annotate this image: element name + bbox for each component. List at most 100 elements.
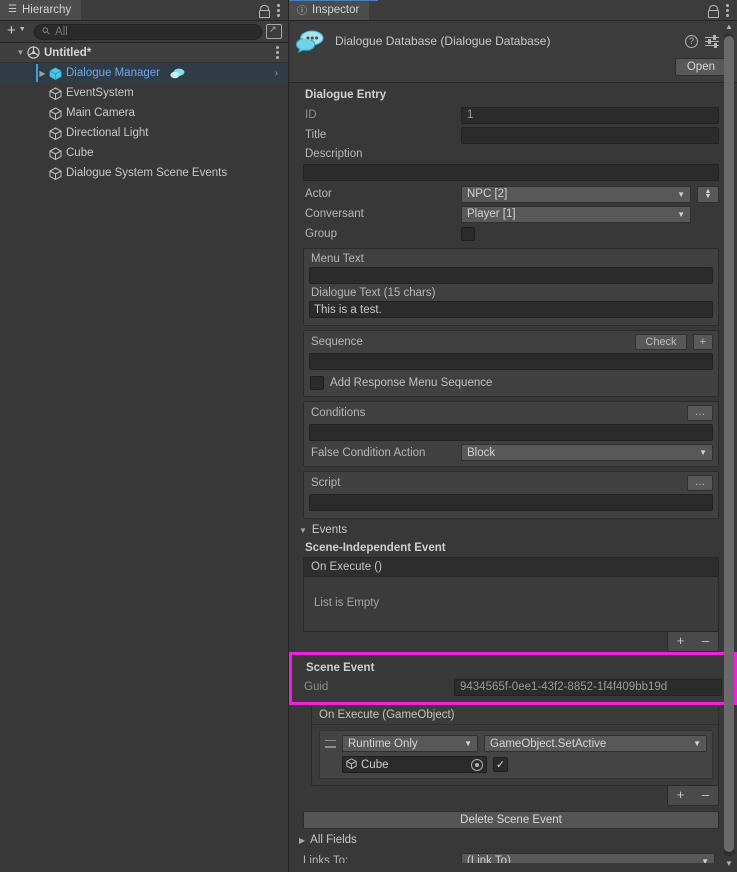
object-picker-icon[interactable]	[471, 758, 483, 771]
conditions-label: Conditions	[311, 406, 366, 419]
sequence-field[interactable]	[309, 353, 713, 370]
add-response-menu-sequence-checkbox[interactable]	[310, 376, 324, 390]
inspector-scrollbar[interactable]: ▲ ▼	[722, 22, 735, 868]
events-foldout[interactable]: ▼ Events	[289, 519, 737, 539]
field-row-title: Title	[289, 125, 737, 145]
group-checkbox[interactable]	[461, 227, 475, 241]
listener-function-dropdown[interactable]: GameObject.SetActive ▼	[484, 735, 707, 752]
remove-listener-button[interactable]: –	[693, 632, 718, 651]
lock-icon[interactable]	[259, 5, 270, 18]
false-condition-action-label: False Condition Action	[311, 446, 426, 459]
conversant-label: Conversant	[305, 208, 364, 220]
chevron-right-icon[interactable]: ›	[275, 68, 278, 79]
events-label: Events	[311, 524, 348, 536]
chevron-down-icon: ▼	[701, 856, 709, 864]
description-field[interactable]	[303, 164, 719, 181]
add-scene-listener-button[interactable]: +	[668, 786, 693, 805]
hierarchy-item-label: Directional Light	[66, 127, 149, 139]
on-execute-gameobject-header: On Execute (GameObject)	[312, 706, 718, 725]
conditions-dots-button[interactable]: ...	[686, 405, 713, 421]
hierarchy-item-dialogue-system-scene-events[interactable]: Dialogue System Scene Events	[0, 163, 288, 183]
lock-icon[interactable]	[708, 5, 719, 18]
conversant-dropdown[interactable]: Player [1] ▼	[461, 205, 691, 223]
inspector-tabbar: ⓘ Inspector	[289, 0, 737, 21]
field-row-guid: Guid 9434565f-0ee1-43f2-8852-1f4f409bb19…	[292, 677, 734, 697]
add-response-menu-sequence-label: Add Response Menu Sequence	[330, 377, 493, 389]
hierarchy-item-label: Dialogue System Scene Events	[66, 167, 228, 179]
dialogue-text-label: Dialogue Text (15 chars)	[311, 287, 436, 299]
open-in-window-icon[interactable]	[266, 24, 282, 39]
empty-list-label: List is Empty	[314, 597, 380, 609]
dialogue-text-field[interactable]: This is a test.	[309, 301, 713, 318]
hierarchy-panel: ☰ Hierarchy + ▼ ⚲ All ▼	[0, 0, 288, 872]
gameobject-cube-icon	[49, 146, 62, 160]
all-fields-foldout[interactable]: ▶ All Fields	[289, 829, 737, 849]
inspector-body: Dialogue Entry ID 1 Title Description Ac…	[289, 83, 737, 863]
tab-inspector[interactable]: ⓘ Inspector	[289, 0, 378, 20]
conditions-field[interactable]	[309, 424, 713, 441]
actor-label: Actor	[305, 188, 332, 200]
gameobject-cube-icon	[49, 126, 62, 140]
sequence-add-button[interactable]: +	[692, 334, 713, 350]
actor-dropdown[interactable]: NPC [2] ▼	[461, 185, 691, 203]
field-row-links-to: Links To: (Link To) ▼	[289, 851, 737, 863]
hierarchy-menu-icon[interactable]	[277, 4, 280, 17]
scene-event-listener-buttons: + –	[667, 786, 719, 806]
info-icon: ⓘ	[297, 6, 307, 17]
listener-entry: Runtime Only ▼ GameObject.SetActive ▼ Cu…	[319, 730, 713, 779]
menu-text-field[interactable]	[309, 267, 713, 284]
field-row-description: Description	[289, 145, 737, 163]
open-button[interactable]: Open	[674, 58, 727, 76]
false-condition-action-value: Block	[467, 446, 496, 459]
script-label: Script	[311, 476, 341, 489]
hierarchy-item-eventsystem[interactable]: EventSystem	[0, 83, 288, 103]
links-to-dropdown[interactable]: (Link To) ▼	[461, 852, 715, 864]
search-input[interactable]: ⚲ All	[33, 23, 262, 40]
actor-stepper[interactable]: ▲ ▼	[697, 185, 719, 203]
all-fields-label: All Fields	[310, 834, 357, 846]
scroll-down-icon[interactable]: ▼	[725, 859, 733, 868]
remove-scene-listener-button[interactable]: –	[693, 786, 718, 805]
title-label: Title	[305, 129, 327, 141]
preset-settings-icon[interactable]	[705, 34, 719, 48]
hierarchy-item-cube[interactable]: Cube	[0, 143, 288, 163]
scroll-up-icon[interactable]: ▲	[725, 22, 733, 31]
field-row-group: Group	[289, 224, 737, 244]
hierarchy-item-directional-light[interactable]: Directional Light	[0, 123, 288, 143]
inspector-header: Dialogue Database (Dialogue Database) ? …	[289, 21, 737, 83]
false-condition-action-dropdown[interactable]: Block ▼	[461, 444, 713, 461]
chevron-down-icon: ▼	[677, 209, 685, 219]
listener-mode-value: Runtime Only	[348, 737, 418, 750]
delete-scene-event-button[interactable]: Delete Scene Event	[303, 811, 719, 829]
script-dots-button[interactable]: ...	[686, 475, 713, 491]
add-listener-button[interactable]: +	[668, 632, 693, 651]
create-button[interactable]: + ▼	[4, 23, 30, 40]
help-icon[interactable]: ?	[685, 34, 698, 48]
scene-row[interactable]: ▼ Untitled*	[0, 43, 288, 63]
inspector-menu-icon[interactable]	[726, 4, 729, 17]
on-execute-header: On Execute ()	[304, 558, 718, 577]
scene-menu-icon[interactable]	[276, 46, 279, 59]
script-field[interactable]	[309, 494, 713, 511]
scene-foldout-icon[interactable]: ▼	[14, 48, 27, 57]
sequence-check-button[interactable]: Check	[635, 334, 687, 350]
hierarchy-tree: ▼ Untitled* ▶ Dialogue Manager › EventSy…	[0, 43, 288, 871]
hierarchy-item-dialogue-manager[interactable]: ▶ Dialogue Manager ›	[0, 63, 288, 83]
hierarchy-item-label: Cube	[66, 147, 94, 159]
field-row-conversant: Conversant Player [1] ▼	[289, 204, 737, 224]
listener-bool-argument-checkbox[interactable]: ✓	[493, 757, 508, 772]
hierarchy-tabbar: ☰ Hierarchy	[0, 0, 288, 21]
tab-hierarchy[interactable]: ☰ Hierarchy	[0, 0, 82, 20]
scrollbar-thumb[interactable]	[724, 36, 734, 852]
conditions-group: Conditions ... False Condition Action Bl…	[303, 401, 719, 467]
scene-name-label: Untitled*	[44, 46, 92, 59]
hierarchy-icon: ☰	[8, 4, 17, 15]
drag-handle-icon[interactable]	[325, 739, 336, 748]
listener-mode-dropdown[interactable]: Runtime Only ▼	[342, 735, 478, 752]
hierarchy-item-label: Main Camera	[66, 107, 136, 119]
title-field[interactable]	[461, 126, 719, 144]
script-group: Script ...	[303, 471, 719, 519]
scene-event-listener-list: On Execute (GameObject) Runtime Only ▼ G…	[311, 705, 719, 786]
hierarchy-item-main-camera[interactable]: Main Camera	[0, 103, 288, 123]
listener-target-object-field[interactable]: Cube	[342, 756, 487, 773]
